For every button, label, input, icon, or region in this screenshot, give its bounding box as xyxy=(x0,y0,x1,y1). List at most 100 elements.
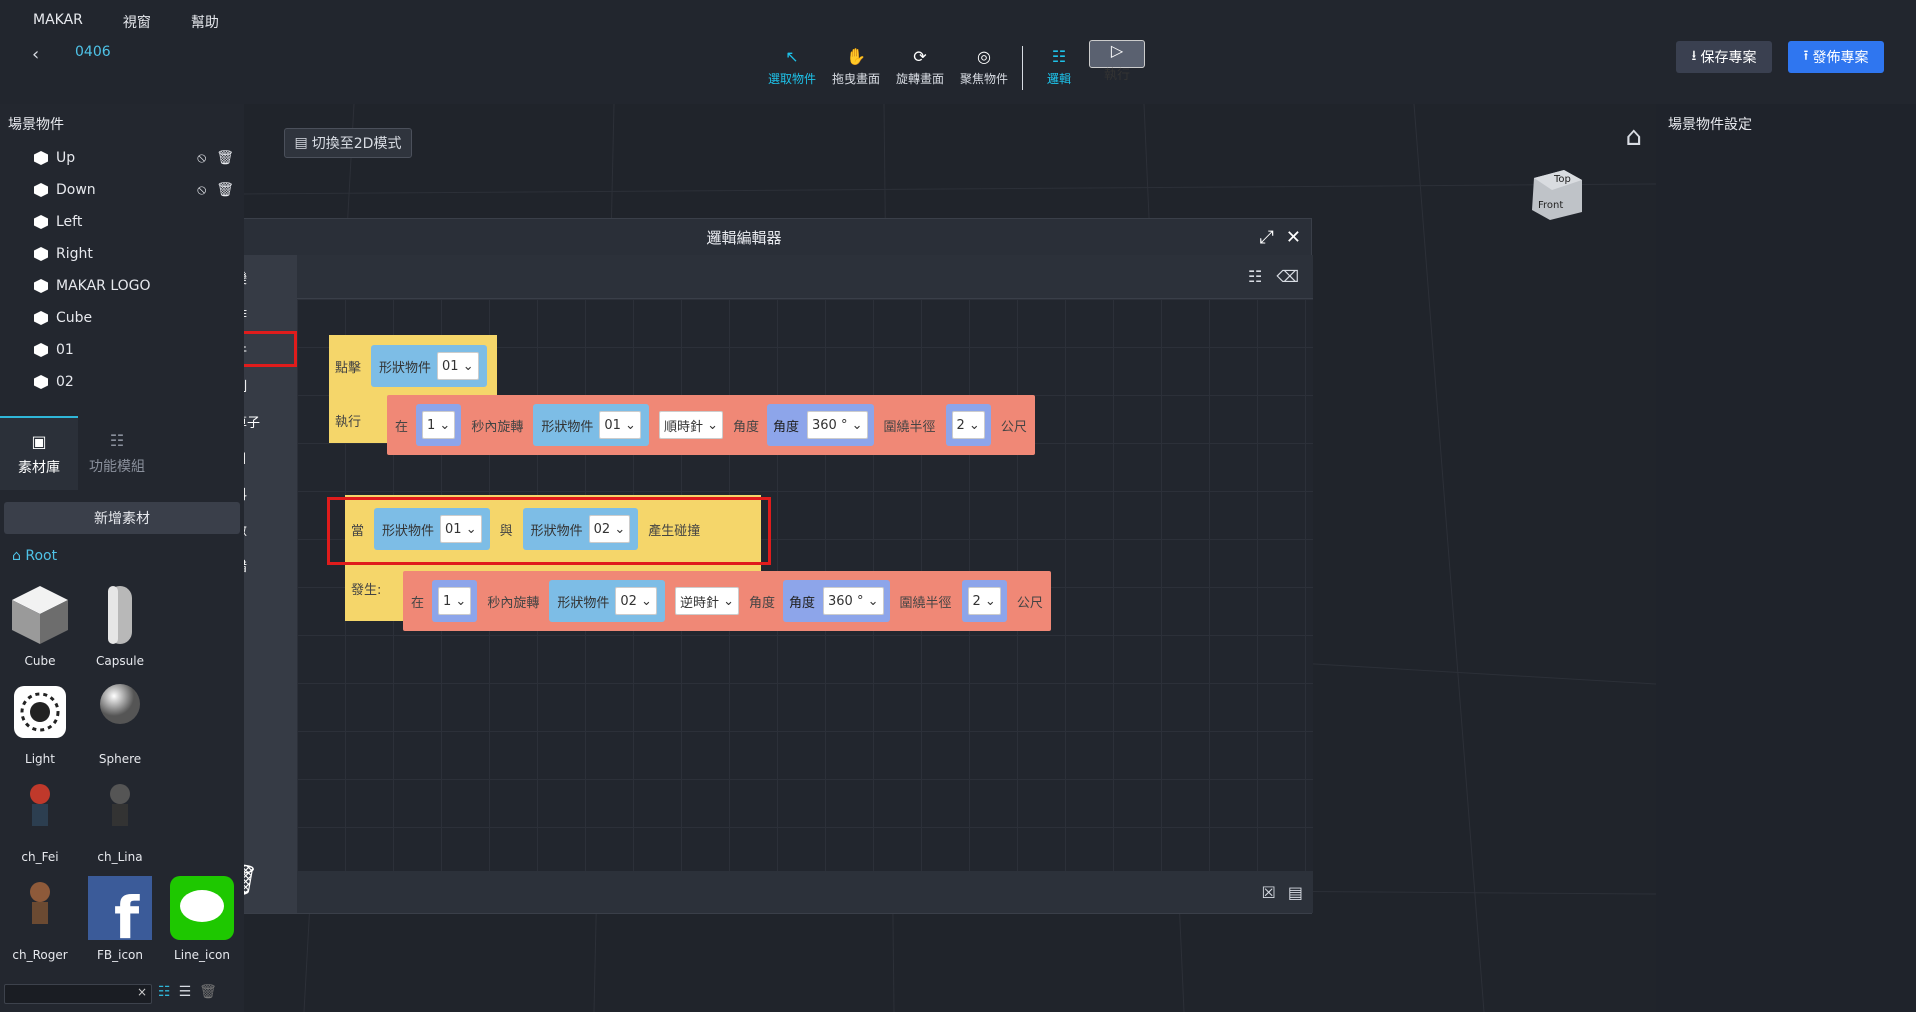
category-item[interactable]: 項目 xyxy=(244,439,297,475)
close-icon[interactable]: ✕ xyxy=(1286,227,1301,248)
rotate-action-block[interactable]: 在 1 ⌄ 秒內旋轉 形狀物件 01 ⌄ 順時針 ⌄ 角度 角度 360 ° ⌄ 圍… xyxy=(387,395,1035,455)
view-toggle: ☷ ☰ 🗑 xyxy=(158,984,217,1000)
asset-item[interactable]: Light xyxy=(0,680,80,766)
line-logo-icon xyxy=(170,876,234,940)
clear-icon[interactable]: ☒ xyxy=(1262,883,1276,902)
asset-item[interactable]: ch_Roger xyxy=(0,876,80,962)
asset-item[interactable]: Line_icon xyxy=(160,876,244,962)
object-select[interactable]: 01 ⌄ xyxy=(599,411,641,439)
scene-objects-title: 場景物件 xyxy=(8,117,64,133)
select-tool-button[interactable]: ↖ 選取物件 xyxy=(760,40,824,98)
eraser-icon[interactable]: ⌫ xyxy=(1276,267,1299,286)
character-thumbnail xyxy=(88,778,152,842)
cube-icon xyxy=(34,247,48,261)
radius-input[interactable]: 2 ⌄ xyxy=(961,580,1007,622)
light-thumbnail xyxy=(8,680,72,744)
angle-input[interactable]: 角度 360 ° ⌄ xyxy=(783,580,890,622)
clear-search-icon[interactable]: × xyxy=(137,985,147,999)
asset-item[interactable]: Sphere xyxy=(80,680,160,766)
home-icon: ⌂ xyxy=(12,548,21,564)
angle-input[interactable]: 角度 360 ° ⌄ xyxy=(767,404,874,446)
cube-icon xyxy=(34,343,48,357)
play-icon: ▷ xyxy=(1110,41,1124,60)
layout-icon[interactable]: ☷ xyxy=(1248,267,1262,286)
facebook-logo-icon: f xyxy=(88,876,152,952)
rotate-tool-button[interactable]: ⟳ 旋轉畫面 xyxy=(888,40,952,98)
menu-makar[interactable]: MAKAR xyxy=(33,12,83,32)
list-view-icon[interactable]: ☰ xyxy=(179,984,192,1000)
cursor-icon: ↖ xyxy=(785,46,799,66)
library-tabs: ▣ 素材庫 ☷ 功能模組 xyxy=(0,416,244,490)
asset-item[interactable]: ch_Fei xyxy=(0,778,80,864)
direction-select[interactable]: 逆時針 ⌄ xyxy=(674,587,739,615)
scene-object[interactable]: Left xyxy=(34,206,234,238)
scene-object[interactable]: 02 xyxy=(34,366,234,398)
svg-text:f: f xyxy=(114,884,140,940)
asset-item[interactable]: Capsule xyxy=(80,582,160,668)
shape-object-input[interactable]: 形狀物件 01 ⌄ xyxy=(533,404,649,446)
asset-item[interactable]: ch_Lina xyxy=(80,778,160,864)
trash-icon[interactable]: 🗑 xyxy=(216,150,234,166)
scene-object[interactable]: MAKAR LOGO xyxy=(34,270,234,302)
expand-icon[interactable]: ⤢ xyxy=(1260,227,1274,248)
category-item[interactable]: 動作 xyxy=(244,295,297,331)
navigation-cube[interactable]: Top Front xyxy=(1524,164,1588,228)
radius-input[interactable]: 2 ⌄ xyxy=(945,404,991,446)
scene-object-list: Up ⦸ 🗑 Down ⦸ 🗑 Left Right MAKAR LOGO Cube 0… xyxy=(34,142,234,398)
logic-editor-titlebar: 邏輯編輯器 ⤢ ✕ xyxy=(244,219,1311,255)
scene-object[interactable]: Down ⦸ 🗑 xyxy=(34,174,234,206)
category-item[interactable]: 變數 xyxy=(244,511,297,547)
shape-object-input[interactable]: 形狀物件 02 ⌄ xyxy=(549,580,665,622)
asset-search-input[interactable]: × xyxy=(4,984,152,1004)
grid-view-icon[interactable]: ☷ xyxy=(158,984,171,1000)
add-asset-button[interactable]: 新增素材 xyxy=(4,502,240,534)
seconds-input[interactable]: 1 ⌄ xyxy=(416,404,462,446)
trash-icon[interactable]: 🗑 xyxy=(199,984,217,1000)
3d-viewport[interactable]: ▤ 切換至2D模式 ⌂ Top Front 邏輯編輯器 ⤢ ✕ 轉變 動作 事件… xyxy=(244,104,1656,1012)
category-item[interactable]: 運算子 xyxy=(244,403,297,439)
category-item[interactable]: 除錯 xyxy=(244,547,297,583)
seconds-input[interactable]: 1 ⌄ xyxy=(432,580,478,622)
focus-tool-button[interactable]: ◎ 聚焦物件 xyxy=(952,40,1016,98)
publish-project-button[interactable]: ⭱ 發佈專案 xyxy=(1788,41,1884,73)
scene-object[interactable]: 01 xyxy=(34,334,234,366)
back-arrow-icon[interactable]: ‹ xyxy=(32,44,39,65)
save-project-button[interactable]: ⭳ 保存專案 xyxy=(1676,41,1772,73)
object-select[interactable]: 01 ⌄ xyxy=(437,352,479,380)
rotate-action-block[interactable]: 在 1 ⌄ 秒內旋轉 形狀物件 02 ⌄ 逆時針 ⌄ 角度 角度 360 ° ⌄ 圍… xyxy=(403,571,1051,631)
asset-item[interactable]: f FB_icon xyxy=(80,876,160,962)
do-label: 執行 xyxy=(335,414,362,430)
scene-object[interactable]: Up ⦸ 🗑 xyxy=(34,142,234,174)
menu-window[interactable]: 視窗 xyxy=(123,12,151,32)
trash-icon[interactable]: 🗑 xyxy=(244,863,259,898)
hide-icon[interactable]: ⦸ xyxy=(197,150,206,166)
run-button[interactable]: ▷ 執行 xyxy=(1089,40,1145,83)
shape-object-input[interactable]: 形狀物件 01 ⌄ xyxy=(371,345,487,387)
scene-object[interactable]: Right xyxy=(34,238,234,270)
category-item[interactable]: 控制 xyxy=(244,367,297,403)
tab-modules[interactable]: ☷ 功能模組 xyxy=(78,416,156,490)
category-item[interactable]: 轉變 xyxy=(244,259,297,295)
category-item[interactable]: 資料 xyxy=(244,475,297,511)
breadcrumb-root[interactable]: ⌂ Root xyxy=(12,548,57,564)
category-item-events[interactable]: 事件 xyxy=(244,331,297,367)
cube-icon xyxy=(34,311,48,325)
object-select[interactable]: 02 ⌄ xyxy=(615,587,657,615)
tab-library[interactable]: ▣ 素材庫 xyxy=(0,416,78,490)
block-workspace[interactable]: 點擊 形狀物件 01 ⌄ 執行 在 1 ⌄ 秒內旋轉 形狀物件 01 ⌄ 順時針 ⌄… xyxy=(297,299,1313,871)
drag-tool-button[interactable]: ✋ 拖曳畫面 xyxy=(824,40,888,98)
hide-icon[interactable]: ⦸ xyxy=(197,182,206,198)
code-view-icon[interactable]: ▤ xyxy=(1288,883,1303,902)
project-name: 0406 xyxy=(75,44,111,60)
scene-object[interactable]: Cube xyxy=(34,302,234,334)
cube-icon xyxy=(34,183,48,197)
menu-bar: MAKAR 視窗 幫助 xyxy=(33,12,219,32)
cube-icon xyxy=(34,215,48,229)
direction-select[interactable]: 順時針 ⌄ xyxy=(658,411,723,439)
trash-icon[interactable]: 🗑 xyxy=(216,182,234,198)
switch-2d-mode-button[interactable]: ▤ 切換至2D模式 xyxy=(284,128,412,158)
home-icon[interactable]: ⌂ xyxy=(1625,122,1642,152)
asset-item[interactable]: Cube xyxy=(0,582,80,668)
menu-help[interactable]: 幫助 xyxy=(191,12,219,32)
logic-button[interactable]: ☷ 邏輯 xyxy=(1031,40,1087,98)
